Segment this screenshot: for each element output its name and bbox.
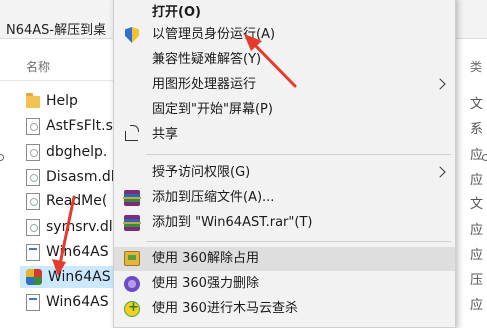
file-name: Win64AS <box>46 244 109 260</box>
selection-handle <box>482 154 487 161</box>
file-name: ReadMe( <box>46 193 108 209</box>
menu-item-label: 使用 360进行木马云查杀 <box>152 301 298 316</box>
header-divider <box>0 80 120 81</box>
menu-separator <box>146 154 451 155</box>
menu-item-label: 兼容性疑难解答(Y) <box>152 52 262 67</box>
type-cell: 应 <box>470 223 484 238</box>
menu-item-label: 以管理员身份运行(A) <box>152 27 276 42</box>
menu-item-grant-access[interactable]: 授予访问权限(G) <box>114 161 455 185</box>
file-name: symsrv.dl <box>46 219 113 235</box>
menu-item-label: 共享 <box>152 127 179 142</box>
application-icon <box>26 269 42 285</box>
file-icon <box>26 117 40 135</box>
executable-icon <box>26 243 40 261</box>
chevron-right-icon <box>434 166 446 178</box>
file-icon <box>26 168 40 186</box>
menu-item-360-unlock[interactable]: 使用 360解除占用 <box>114 247 455 271</box>
file-icon <box>26 218 40 236</box>
menu-item-open[interactable]: 打开(O) <box>114 1 455 25</box>
menu-separator <box>146 241 451 242</box>
type-cell: 压 <box>470 273 484 288</box>
column-header-name[interactable]: 名称 <box>26 58 50 75</box>
unlock-icon <box>124 251 140 266</box>
menu-item-label: 使用 360强力删除 <box>152 276 259 291</box>
share-icon <box>125 125 139 141</box>
file-name: Win64AS <box>48 269 111 285</box>
file-name: Help <box>46 93 78 109</box>
menu-item-label: 固定到"开始"屏幕(P) <box>152 102 273 117</box>
menu-item-label: 用图形处理器运行 <box>152 77 257 92</box>
menu-item-share[interactable]: 共享 <box>114 123 455 147</box>
selection-handle <box>0 154 4 161</box>
file-name: dbghelp. <box>46 144 108 160</box>
type-cell: 系 <box>470 122 484 137</box>
menu-item-label: 添加到 "Win64AST.rar"(T) <box>152 215 313 230</box>
menu-item-add-archive[interactable]: 添加到压缩文件(A)... <box>114 186 455 210</box>
column-header-type[interactable]: 类 <box>470 58 482 75</box>
type-cell: 文 <box>470 97 484 112</box>
menu-item-360-delete[interactable]: 使用 360强力删除 <box>114 272 455 296</box>
context-menu: 打开(O) 以管理员身份运行(A) 兼容性疑难解答(Y) 用图形处理器运行 固定… <box>113 0 456 328</box>
menu-item-label: 授予访问权限(G) <box>152 165 251 180</box>
file-name: Disasm.dl <box>46 169 115 185</box>
window-title: N64AS-解压到桌 <box>6 23 107 38</box>
shield-icon <box>125 27 139 43</box>
type-cell: 应 <box>470 173 484 188</box>
executable-icon <box>26 293 40 311</box>
folder-icon <box>26 93 40 108</box>
type-cell: 应 <box>470 148 484 163</box>
file-icon <box>26 192 40 210</box>
menu-item-troubleshoot[interactable]: 兼容性疑难解答(Y) <box>114 48 455 72</box>
trojan-scan-icon <box>124 300 140 317</box>
menu-item-label: 添加到压缩文件(A)... <box>152 190 275 205</box>
file-name: Win64AS <box>46 294 109 310</box>
menu-item-run-as-admin[interactable]: 以管理员身份运行(A) <box>114 23 455 47</box>
menu-item-pin-start[interactable]: 固定到"开始"屏幕(P) <box>114 98 455 122</box>
menu-item-run-with-gpu[interactable]: 用图形处理器运行 <box>114 73 455 97</box>
winrar-icon <box>123 190 141 206</box>
menu-item-360-scan[interactable]: 使用 360进行木马云查杀 <box>114 297 455 321</box>
winrar-icon <box>123 215 141 231</box>
type-cell: 应 <box>470 298 484 313</box>
menu-item-label: 打开(O) <box>152 5 201 20</box>
file-icon <box>26 143 40 161</box>
menu-item-add-rar[interactable]: 添加到 "Win64AST.rar"(T) <box>114 211 455 235</box>
file-name: AstFsFlt.s <box>46 118 113 134</box>
shred-icon <box>124 276 140 292</box>
type-cell: 文 <box>470 197 484 212</box>
menu-item-label: 使用 360解除占用 <box>152 251 259 266</box>
type-cell: 应 <box>470 248 484 263</box>
chevron-right-icon <box>434 78 446 90</box>
